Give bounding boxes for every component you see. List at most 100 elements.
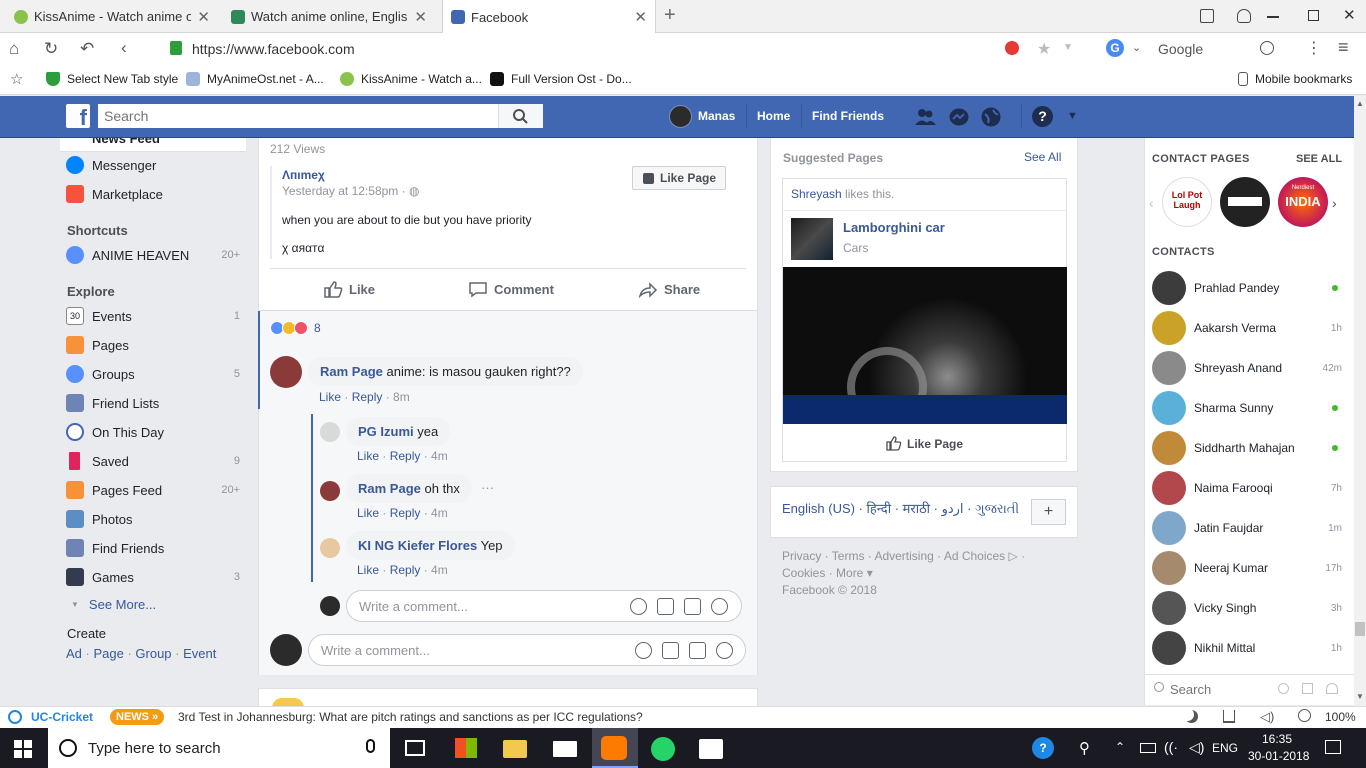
add-language-button[interactable]: + [1031,499,1066,525]
whatsapp-icon[interactable] [651,737,675,761]
sidebar-item-games[interactable]: Games 3 [66,566,240,588]
page-cover-image[interactable] [783,267,1067,424]
contact-sharma-sunny[interactable]: Sharma Sunny [1152,390,1342,426]
mail-icon[interactable] [553,741,577,757]
like-button[interactable]: Like [323,280,375,298]
gif-icon[interactable] [684,598,701,615]
skin-icon[interactable] [1237,9,1251,23]
shared-timestamp[interactable]: Yesterday at 12:58pm · ◍ [282,184,419,198]
bookmark-full-version-ost[interactable]: Full Version Ost - Do... [490,72,632,86]
camera-icon[interactable] [657,598,674,615]
account-menu-chevron-icon[interactable]: ▼ [1067,110,1078,122]
gif-icon[interactable] [689,642,706,659]
contact-vicky-singh[interactable]: Vicky Singh 3h [1152,590,1342,626]
comment-reply-link[interactable]: Reply [352,390,383,404]
sidebar-item-pages[interactable]: Pages [66,334,240,356]
comment-button[interactable]: Comment [468,280,554,298]
comment-reply-link[interactable]: Reply [390,449,421,463]
footer-links[interactable]: Privacy · Terms · Advertising · Ad Choic… [782,549,1025,563]
sidebar-item-saved[interactable]: Saved 9 [66,450,240,472]
tab-kissanime[interactable]: KissAnime - Watch anime onli ✕ [6,0,218,33]
news-headline[interactable]: 3rd Test in Johannesburg: What are pitch… [178,710,643,724]
search-engine-label[interactable]: Google [1158,41,1203,57]
undo-icon[interactable]: ↶ [80,39,94,59]
url-field[interactable]: https://www.facebook.com [192,41,355,57]
microphone-icon[interactable] [366,739,375,753]
see-more-link[interactable]: ▼ See More... [66,593,240,615]
sidebar-item-marketplace[interactable]: Marketplace [66,183,240,205]
comment-reply-link[interactable]: Reply [390,506,421,520]
maximize-icon[interactable] [1308,10,1319,21]
facebook-logo-icon[interactable]: f [66,104,90,128]
profile-link[interactable]: Manas [698,109,735,123]
create-ad-link[interactable]: Ad [66,646,82,661]
zoom-icon[interactable] [1298,709,1311,722]
wifi-icon[interactable]: ((· [1164,739,1178,755]
scrollbar-thumb[interactable] [1355,622,1365,636]
contact-neeraj-kumar[interactable]: Neeraj Kumar 17h [1152,550,1342,586]
contact-page-lol[interactable]: Lol Pot Laugh [1162,177,1212,227]
reactions-summary[interactable]: 8 [270,321,321,335]
avatar[interactable] [270,356,302,388]
create-event-link[interactable]: Event [183,646,216,661]
commenter-name[interactable]: Ram Page [320,364,383,379]
night-mode-icon[interactable] [1185,710,1198,723]
find-friends-link[interactable]: Find Friends [812,109,884,123]
help-icon[interactable]: ? [1032,737,1054,759]
emoji-icon[interactable] [635,642,652,659]
language-links[interactable]: English (US) · हिन्दी · मराठी · اردو · ગ… [782,499,1019,517]
contact-naima-farooqi[interactable]: Naima Farooqi 7h [1152,470,1342,506]
home-link[interactable]: Home [757,109,790,123]
comment-like-link[interactable]: Like [357,506,379,520]
avatar[interactable] [320,481,340,501]
chevron-down-icon[interactable]: ▼ [1063,42,1073,53]
chevron-right-icon[interactable]: › [1332,195,1337,211]
store-icon[interactable] [455,738,477,758]
sidebar-item-news-feed[interactable]: News Feed [60,138,246,152]
engine-chevron-icon[interactable]: ⌄ [1132,41,1141,54]
sidebar-item-pages-feed[interactable]: Pages Feed 20+ [66,479,240,501]
share-button[interactable]: Share [638,280,700,298]
minimize-icon[interactable] [1267,16,1279,18]
google-engine-icon[interactable]: G [1106,39,1124,57]
contact-aakarsh-verma[interactable]: Aakarsh Verma 1h [1152,310,1342,346]
clock-time[interactable]: 16:35 [1262,732,1292,746]
messenger-icon[interactable] [948,107,970,127]
contact-siddharth-mahajan[interactable]: Siddharth Mahajan [1152,430,1342,466]
input-language[interactable]: ENG [1212,741,1238,755]
tab-watch-anime[interactable]: Watch anime online, English a ✕ [223,0,435,33]
star-bookmark-icon[interactable]: ★ [1037,39,1051,59]
clock-date[interactable]: 30-01-2018 [1248,749,1309,763]
footer-links-more[interactable]: Cookies · More ▾ [782,566,873,580]
new-tab-button[interactable]: + [664,4,676,27]
search-button[interactable] [498,104,543,128]
close-window-icon[interactable]: ✕ [1343,6,1356,24]
camera-icon[interactable] [662,642,679,659]
star-icon[interactable]: ☆ [10,70,23,88]
create-group-icon[interactable] [1326,683,1338,694]
contact-jatin-faujdar[interactable]: Jatin Faujdar 1m [1152,510,1342,546]
page-thumbnail[interactable] [791,218,833,260]
contact-page-ninja[interactable] [1220,177,1270,227]
zoom-level[interactable]: 100% [1325,710,1356,724]
shared-author-link[interactable]: Λпımeχ [282,168,325,182]
comment-reply-link[interactable]: Reply [390,563,421,577]
windows-start-icon[interactable] [14,740,32,758]
bookmark-select-tab-style[interactable]: Select New Tab style [46,72,178,86]
comment-like-link[interactable]: Like [357,563,379,577]
sidebar-item-find-friends[interactable]: Find Friends [66,537,240,559]
create-group-link[interactable]: Group [135,646,171,661]
sticker-icon[interactable] [716,642,733,659]
sidebar-toggle-icon[interactable] [1200,9,1214,23]
help-icon[interactable]: ? [1032,106,1053,127]
comment-like-link[interactable]: Like [319,390,341,404]
sidebar-item-messenger[interactable]: Messenger [66,154,240,176]
sidebar-item-photos[interactable]: Photos [66,508,240,530]
friend-name-link[interactable]: Shreyash [791,187,842,201]
bookmark-myanimeost[interactable]: MyAnimeOst.net - A... [186,72,324,86]
chat-search-input[interactable] [1170,680,1266,698]
volume-icon[interactable]: ◁) [1260,709,1274,725]
volume-icon[interactable]: ◁) [1189,739,1204,756]
sidebar-item-on-this-day[interactable]: On This Day [66,421,240,443]
action-center-icon[interactable] [1325,740,1341,754]
